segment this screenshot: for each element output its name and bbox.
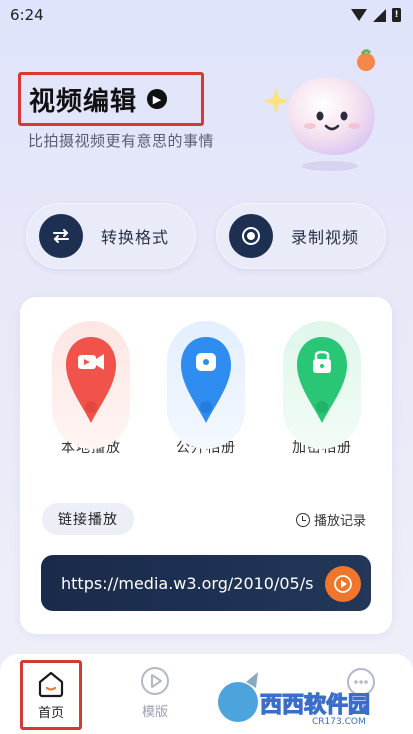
wifi-icon [351,9,367,21]
svg-text:CR173.COM: CR173.COM [312,717,366,727]
lock-icon [297,337,347,423]
video-camera-icon [66,337,116,423]
nav-home-label: 首页 [37,705,64,721]
record-video-button[interactable]: 录制视频 [216,203,386,269]
swap-arrows-icon [39,214,83,258]
public-album-button[interactable]: 公开相册 [166,321,246,471]
url-input-bar[interactable]: https://media.w3.org/2010/05/sintel/trai… [41,555,371,611]
page-title: 视频编辑 [29,86,138,117]
convert-format-button[interactable]: 转换格式 [26,203,196,269]
record-video-label: 录制视频 [291,228,360,247]
mascot-illustration [263,49,375,171]
arrow-right-icon: ▶ [147,89,168,109]
local-play-button[interactable]: 本地播放 [51,321,131,471]
link-play-chip: 链接播放 [42,503,134,535]
play-icon [334,575,352,593]
album-icon [181,337,231,423]
play-history-label: 播放记录 [313,514,366,529]
page-subtitle: 比拍摄视频更有意思的事情 [28,132,215,150]
status-time: 6:24 [10,6,44,24]
play-circle-icon [141,666,169,695]
status-icons: ! [351,8,401,22]
encrypted-album-tile [283,321,361,449]
record-icon [229,214,273,258]
encrypted-album-button[interactable]: 加密相册 [282,321,362,471]
play-history-button[interactable]: 播放记录 [295,510,366,529]
home-icon [38,671,64,697]
public-album-tile [167,321,245,449]
features-card: 本地播放 公开相册 加密相册 链接播放 播放记 [20,297,392,634]
url-input[interactable]: https://media.w3.org/2010/05/sintel/trai… [61,574,313,593]
nav-templates[interactable]: 模版 [124,654,186,730]
convert-format-label: 转换格式 [101,228,170,247]
link-play-label: 链接播放 [58,512,118,528]
nav-home[interactable]: 首页 [20,660,82,730]
battery-icon: ! [392,8,401,22]
svg-text:西西软件园: 西西软件园 [260,692,370,718]
battery-alert: ! [394,10,399,20]
play-url-button[interactable] [325,566,361,602]
hero-title-link[interactable]: 视频编辑 ▶ [18,72,204,126]
watermark-logo: 西西软件园 CR173.COM [218,672,371,727]
status-bar: 6:24 ! [0,0,413,30]
nav-templates-label: 模版 [141,704,168,720]
clock-icon [295,512,310,527]
signal-icon [373,8,386,22]
local-play-tile [52,321,130,449]
